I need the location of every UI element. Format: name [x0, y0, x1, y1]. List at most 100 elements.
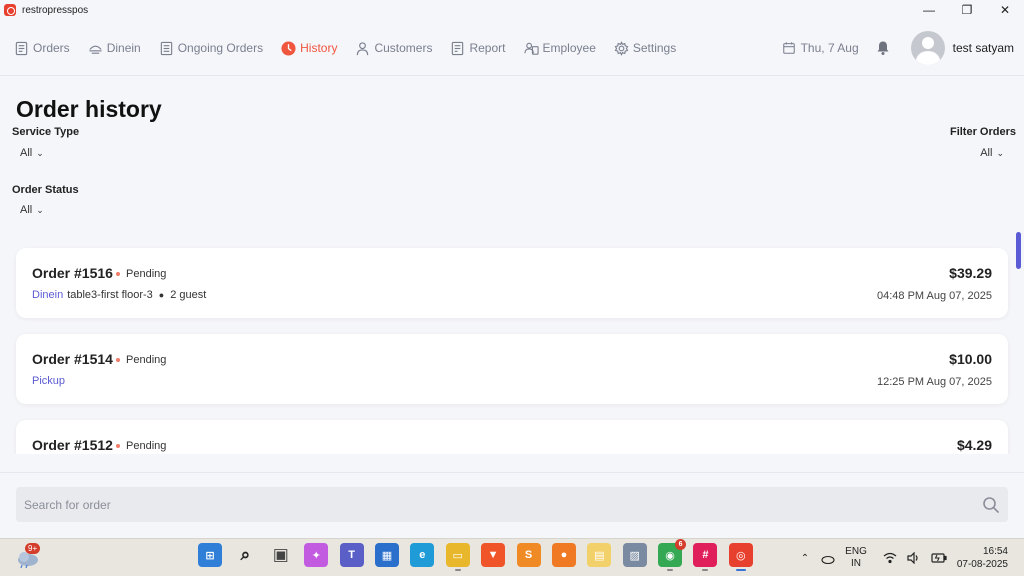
- search-icon[interactable]: ⌕: [233, 543, 257, 567]
- chrome-icon[interactable]: ◉ 6: [658, 539, 687, 571]
- status-label: Pending: [126, 354, 167, 366]
- nav-item-label: Report: [469, 41, 506, 55]
- sublime-icon[interactable]: S: [516, 543, 541, 567]
- calendar-icon: [782, 42, 795, 54]
- avatar[interactable]: [910, 31, 945, 65]
- language-indicator[interactable]: ENG IN: [845, 546, 867, 570]
- windows-start-icon[interactable]: ⊞: [198, 543, 222, 567]
- system-tray: ⌃ ENG IN 16:54 07-08-2025: [801, 539, 1024, 576]
- nav-item-ongoing-orders[interactable]: Ongoing Orders: [159, 41, 263, 56]
- teams-icon[interactable]: T: [339, 543, 364, 567]
- volume-icon[interactable]: [907, 552, 921, 564]
- nav-item-employee[interactable]: Employee: [523, 41, 596, 56]
- order-status-label: Order Status: [12, 184, 79, 196]
- settings-icon: [614, 40, 629, 56]
- notification-bell-icon[interactable]: [875, 40, 891, 56]
- history-icon: [281, 40, 296, 56]
- order-time: 04:48 PM Aug 07, 2025: [877, 290, 992, 302]
- slack-icon[interactable]: #: [693, 543, 718, 571]
- top-nav: Orders Dinein Ongoing Orders History Cus…: [0, 22, 1024, 76]
- nav-item-history[interactable]: History: [281, 40, 338, 56]
- clock-date: 07-08-2025: [956, 559, 1008, 570]
- close-button[interactable]: ✕: [986, 0, 1024, 20]
- photos-icon[interactable]: ▨: [622, 543, 647, 567]
- order-meta: Dinein table3-first floor-3 ● 2 guest: [32, 289, 206, 301]
- minimize-button[interactable]: —: [910, 0, 948, 20]
- dinein-icon: [89, 45, 102, 54]
- nav-item-settings[interactable]: Settings: [614, 40, 677, 56]
- system-clock[interactable]: 16:54 07-08-2025: [957, 545, 1008, 571]
- order-table: table3-first floor-3: [67, 289, 153, 301]
- window-title: restropresspos: [22, 4, 89, 16]
- weather-badge: 9+: [25, 543, 41, 554]
- store-icon[interactable]: ▦: [374, 543, 399, 567]
- order-meta: Pickup: [32, 375, 69, 387]
- date-label: Thu, 7 Aug: [800, 41, 859, 55]
- search-bar-area: [0, 472, 1024, 538]
- nav-item-orders[interactable]: Orders: [14, 41, 70, 56]
- order-time: 12:25 PM Aug 07, 2025: [877, 376, 992, 388]
- search-box: [16, 487, 1008, 522]
- edge-icon[interactable]: e: [410, 543, 435, 567]
- service-type-dropdown[interactable]: All ⌄: [20, 147, 44, 159]
- order-guests: 2 guest: [170, 289, 207, 301]
- order-status: Pending: [116, 354, 166, 366]
- nav-item-report[interactable]: Report: [450, 41, 506, 56]
- task-view-icon[interactable]: ▣: [269, 543, 293, 567]
- order-status: Pending: [116, 440, 166, 452]
- clock-time: 16:54: [982, 546, 1008, 557]
- chevron-up-icon[interactable]: ⌃: [801, 553, 809, 564]
- order-card[interactable]: Order #1514 Pending $10.00 Pickup 12:25 …: [16, 334, 1008, 404]
- language-code: ENG: [845, 546, 867, 557]
- bullet-icon: ●: [158, 290, 165, 300]
- nav-item-label: History: [300, 41, 338, 55]
- notes-icon[interactable]: ▤: [587, 543, 612, 567]
- filter-orders-label: Filter Orders: [949, 126, 1016, 138]
- order-number: Order #1514: [32, 351, 113, 367]
- search-icon[interactable]: [982, 496, 1000, 514]
- copilot-icon[interactable]: ✦: [304, 543, 329, 567]
- taskbar-apps: ⊞ ⌕ ▣ ✦ T ▦ e ▭ ▼ S ● ▤ ▨ ◉ 6 # ◎: [198, 539, 764, 571]
- order-status: Pending: [116, 268, 166, 280]
- status-label: Pending: [126, 268, 167, 280]
- order-card[interactable]: Order #1512 Pending $4.29: [16, 420, 1008, 454]
- order-number: Order #1516: [32, 265, 113, 281]
- order-type: Dinein: [32, 289, 64, 301]
- order-list: Order #1516 Pending $39.29 Dinein table3…: [0, 236, 1024, 454]
- brave-icon[interactable]: ▼: [481, 543, 506, 567]
- wifi-icon[interactable]: [883, 552, 897, 564]
- nav-item-dinein[interactable]: Dinein: [88, 41, 141, 56]
- order-number: Order #1512: [32, 437, 113, 453]
- restropresspos-icon[interactable]: ◎: [728, 543, 753, 571]
- os-taskbar: 9+ ⊞ ⌕ ▣ ✦ T ▦ e ▭ ▼ S ● ▤ ▨ ◉ 6 # ◎ ⌃ ENG IN 16:54 07-0…: [0, 538, 1024, 576]
- username[interactable]: test satyam: [953, 41, 1014, 55]
- nav-item-label: Customers: [374, 41, 433, 55]
- nav-item-label: Dinein: [106, 41, 141, 55]
- ongoing-orders-icon: [160, 41, 172, 55]
- service-type-label: Service Type: [12, 126, 80, 138]
- order-status-dropdown[interactable]: All ⌄: [20, 204, 44, 216]
- maximize-button[interactable]: ❐: [948, 0, 986, 20]
- firefox-icon[interactable]: ●: [551, 543, 576, 567]
- app-badge: 6: [675, 539, 687, 550]
- battery-icon[interactable]: [931, 552, 947, 564]
- file-explorer-icon[interactable]: ▭: [445, 543, 470, 571]
- nav-right: Thu, 7 Aug test satyam: [782, 22, 1014, 74]
- nav-item-label: Settings: [632, 41, 677, 55]
- order-price: $4.29: [956, 437, 992, 453]
- order-price: $39.29: [949, 265, 992, 281]
- filter-orders-dropdown[interactable]: All ⌄: [980, 147, 1004, 159]
- search-input[interactable]: [24, 487, 964, 522]
- nav-item-label: Orders: [33, 41, 70, 55]
- title-bar: restropresspos — ❐ ✕: [0, 0, 1024, 20]
- page-title: Order history: [16, 96, 162, 122]
- status-dot-icon: [116, 358, 120, 362]
- nav-item-label: Ongoing Orders: [177, 41, 264, 55]
- onedrive-cloud-icon[interactable]: [819, 552, 835, 564]
- window-controls: — ❐ ✕: [910, 0, 1024, 20]
- employee-icon: [523, 42, 539, 55]
- order-card[interactable]: Order #1516 Pending $39.29 Dinein table3…: [16, 248, 1008, 318]
- nav-item-customers[interactable]: Customers: [355, 41, 432, 56]
- customers-icon: [357, 41, 369, 55]
- nav-item-label: Employee: [542, 41, 596, 55]
